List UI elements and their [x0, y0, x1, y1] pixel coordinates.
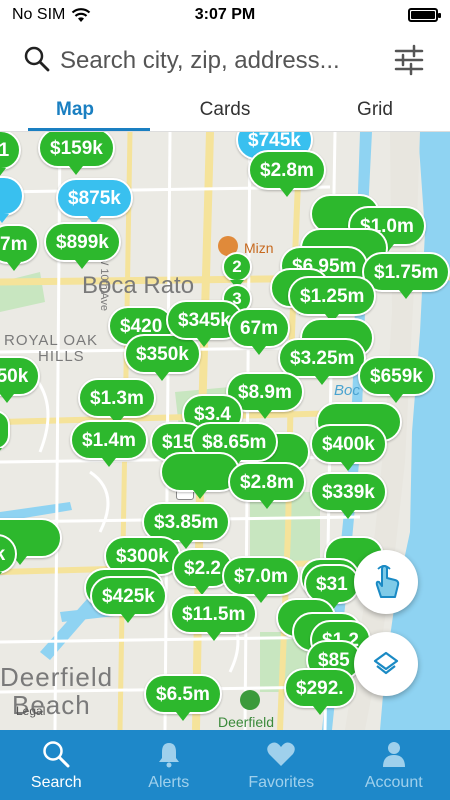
- cluster-pin[interactable]: 2: [222, 252, 252, 289]
- price-pin[interactable]: 67m: [228, 308, 291, 355]
- map-layers-button[interactable]: [354, 632, 418, 696]
- price-pin[interactable]: $2.8m: [248, 150, 326, 197]
- price-pin[interactable]: $1.25m: [288, 276, 377, 323]
- price-pin[interactable]: $292.: [284, 668, 356, 715]
- nav-favorites-label: Favorites: [248, 774, 315, 791]
- map-label-mizner: Mizn: [244, 240, 274, 256]
- map-label-deerfield-park: Deerfield: [218, 714, 275, 730]
- nav-account[interactable]: Account: [338, 730, 450, 800]
- price-pin[interactable]: $3.25m: [278, 338, 367, 385]
- search-input[interactable]: [60, 46, 380, 76]
- battery-icon: [408, 8, 441, 22]
- search-icon: [43, 741, 70, 768]
- heart-icon: [267, 742, 296, 766]
- sliders-icon[interactable]: [394, 44, 424, 76]
- price-pin[interactable]: $11.5m: [170, 594, 258, 641]
- nav-favorites[interactable]: Favorites: [225, 730, 338, 800]
- price-pin[interactable]: $2.8m: [228, 462, 306, 509]
- nav-alerts-label: Alerts: [148, 774, 190, 791]
- price-pin[interactable]: $159k: [38, 132, 115, 175]
- bottom-nav: Search Alerts Favorites Account: [0, 730, 450, 800]
- park-poi-icon: [240, 690, 260, 710]
- search-bar: [0, 30, 450, 92]
- price-pin[interactable]: $1.4m: [70, 420, 148, 467]
- map-label-hills: HILLS: [38, 348, 85, 365]
- price-pin[interactable]: $1.75m: [362, 252, 450, 299]
- carrier-label: No SIM: [12, 6, 66, 23]
- price-pin[interactable]: $425k: [90, 576, 167, 623]
- price-pin[interactable]: $350k: [124, 334, 201, 381]
- price-pin[interactable]: $899k: [44, 222, 121, 269]
- price-pin[interactable]: $400k: [310, 424, 387, 471]
- draw-search-button[interactable]: [354, 550, 418, 614]
- map-label-boca: Boc: [334, 382, 360, 399]
- map-view[interactable]: Boca Rato ROYAL OAK HILLS Deerfield Beac…: [0, 132, 450, 730]
- view-tabs: Map Cards Grid: [0, 92, 450, 132]
- price-pin[interactable]: $7.0m: [222, 556, 300, 603]
- wifi-icon: [72, 8, 91, 22]
- status-bar: No SIM 3:07 PM: [0, 0, 450, 30]
- price-pin[interactable]: $659k: [358, 356, 435, 403]
- nav-alerts[interactable]: Alerts: [113, 730, 226, 800]
- nav-account-label: Account: [364, 774, 423, 791]
- layers-icon: [373, 651, 399, 675]
- map-label-deerfield: Deerfield: [0, 662, 114, 692]
- map-label-royal-oak: ROYAL OAK: [4, 332, 99, 349]
- tab-grid[interactable]: Grid: [300, 92, 450, 131]
- map-legal-link[interactable]: Legal: [16, 704, 45, 718]
- tab-cards[interactable]: Cards: [150, 92, 300, 131]
- price-pin[interactable]: $339k: [310, 472, 387, 519]
- hand-pointer-icon: [375, 565, 400, 598]
- person-icon: [382, 742, 405, 767]
- nav-search[interactable]: Search: [0, 730, 113, 800]
- price-pin[interactable]: 950k: [0, 356, 41, 403]
- bell-icon: [158, 743, 179, 768]
- price-pin[interactable]: $1.3m: [78, 378, 156, 425]
- price-pin[interactable]: $6.5m: [144, 674, 222, 721]
- nav-search-label: Search: [30, 774, 82, 791]
- tab-map[interactable]: Map: [0, 92, 150, 131]
- price-pin[interactable]: $875k: [56, 178, 133, 225]
- search-icon: [24, 46, 50, 72]
